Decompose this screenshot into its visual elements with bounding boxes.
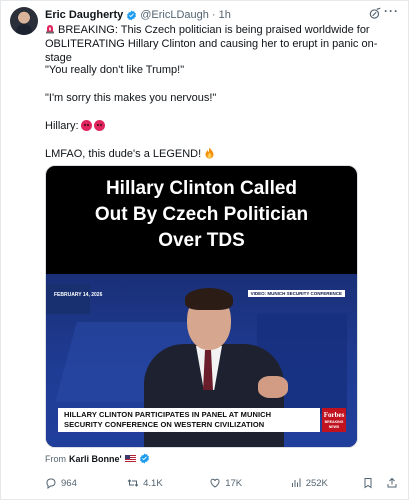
media-source-name[interactable]: Karli Bonne' <box>69 454 122 464</box>
views-icon <box>291 478 301 487</box>
avatar[interactable] <box>10 7 38 35</box>
date-label: FEBRUARY 14, 2026 <box>54 292 103 298</box>
timestamp[interactable]: 1h <box>219 9 231 21</box>
author-name[interactable]: Eric Daugherty <box>45 9 123 21</box>
bookmark-icon <box>364 478 372 489</box>
action-bar: 964 4.1K 17K 252K <box>45 475 398 491</box>
like-count: 17K <box>225 477 243 489</box>
forbes-logo: Forbes BREAKING NEWS <box>322 408 346 432</box>
date-banner <box>46 284 90 314</box>
separator-dot: · <box>211 9 216 21</box>
tweet-line-1: BREAKING: This Czech politician is being… <box>45 23 398 65</box>
reply-button[interactable]: 964 <box>45 477 101 489</box>
author-handle[interactable]: @EricLDaugh <box>140 9 209 21</box>
retweet-icon <box>127 479 139 487</box>
reply-icon <box>46 478 56 489</box>
views-button[interactable]: 252K <box>290 477 344 489</box>
retweet-count: 4.1K <box>143 477 163 489</box>
tweet-line-1-text: BREAKING: This Czech politician is being… <box>45 24 378 64</box>
video-title-line-2: Out By Czech Politician <box>94 204 309 225</box>
news-chyron: HILLARY CLINTON PARTICIPATES IN PANEL AT… <box>58 408 320 432</box>
tweet-line-3: "I'm sorry this makes you nervous!" <box>45 92 217 104</box>
verified-badge-icon <box>139 453 149 464</box>
angry-face-icon <box>93 120 105 131</box>
fire-icon <box>205 147 214 159</box>
tweet[interactable]: Eric Daugherty @EricLDaugh · 1h ··· BREA… <box>0 0 409 500</box>
video-title-line-1: Hillary Clinton Called <box>105 178 298 199</box>
grok-icon[interactable] <box>368 7 382 21</box>
video-media[interactable]: Hillary Clinton Called Out By Czech Poli… <box>45 165 358 448</box>
bookmark-button[interactable] <box>362 477 374 489</box>
angry-face-icon <box>80 120 92 131</box>
verified-badge-icon <box>127 9 137 21</box>
flag-us-icon <box>124 455 136 462</box>
more-icon[interactable]: ··· <box>384 5 400 19</box>
share-icon <box>387 477 397 488</box>
tweet-line-5: LMFAO, this dude's a LEGEND! <box>45 147 215 161</box>
forbes-logo-sub: BREAKING NEWS <box>324 420 344 429</box>
speaker-hair <box>185 288 233 310</box>
chyron-line-1: HILLARY CLINTON PARTICIPATES IN PANEL AT… <box>64 410 272 419</box>
media-source: From Karli Bonne' <box>45 453 150 464</box>
video-source-tag: VIDEO: MUNICH SECURITY CONFERENCE <box>247 290 345 297</box>
tweet-line-5-text: LMFAO, this dude's a LEGEND! <box>45 148 202 160</box>
video-frame: FEBRUARY 14, 2026 VIDEO: MUNICH SECURITY… <box>46 274 357 447</box>
tweet-header: Eric Daugherty @EricLDaugh · 1h <box>45 8 348 22</box>
media-source-prefix: From <box>45 453 66 464</box>
tweet-line-2: "You really don't like Trump!" <box>45 64 185 76</box>
siren-icon <box>46 25 54 34</box>
reply-count: 964 <box>61 477 77 489</box>
retweet-button[interactable]: 4.1K <box>127 477 183 489</box>
tweet-line-4: Hillary: <box>45 119 105 133</box>
like-button[interactable]: 17K <box>209 477 261 489</box>
speaker-hand <box>258 376 288 398</box>
views-count: 252K <box>305 477 328 489</box>
video-title: Hillary Clinton Called Out By Czech Poli… <box>46 176 357 254</box>
forbes-logo-name: Forbes <box>323 411 345 419</box>
share-button[interactable] <box>386 477 398 489</box>
chyron-line-2: SECURITY CONFERENCE ON WESTERN CIVILIZAT… <box>64 420 265 429</box>
tweet-line-4-text: Hillary: <box>45 120 79 132</box>
video-title-line-3: Over TDS <box>158 230 245 251</box>
like-icon <box>210 478 220 488</box>
